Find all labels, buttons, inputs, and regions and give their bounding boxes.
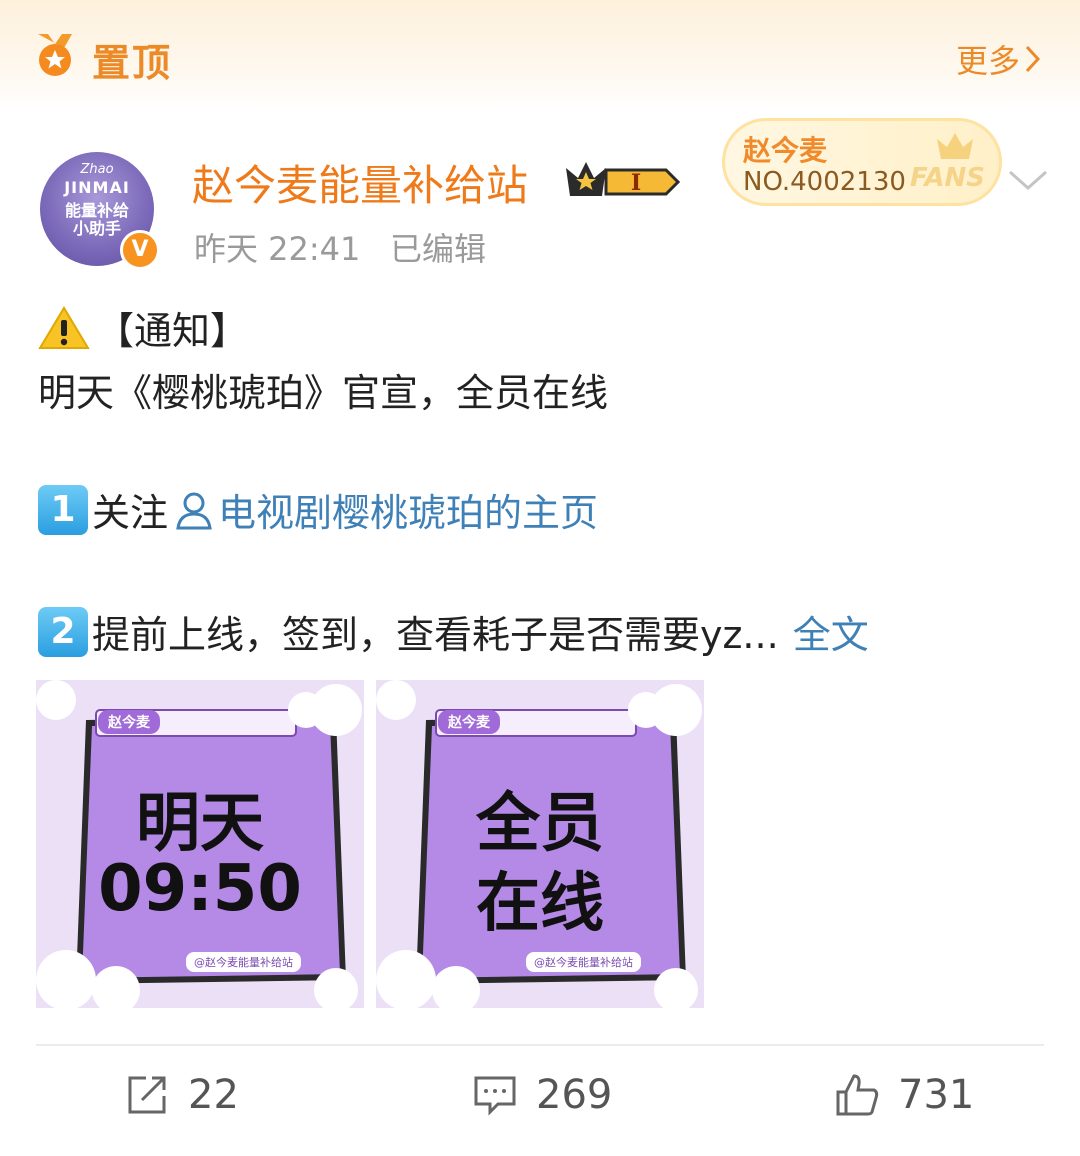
verified-badge: V	[120, 230, 160, 270]
avatar-text-2: JINMAI	[64, 178, 130, 197]
post-line-item1: 1 关注 电视剧樱桃琥珀的主页	[38, 482, 598, 537]
repost-count: 22	[188, 1072, 239, 1118]
fans-card[interactable]: 赵今麦 NO.4002130 FANS	[722, 118, 1002, 206]
repost-icon	[128, 1076, 166, 1114]
chevron-down-icon[interactable]	[1006, 166, 1050, 194]
post-image-1[interactable]: 赵今麦 明天 09:50 @赵今麦能量补给站	[36, 680, 364, 1008]
image-1-footer: @赵今麦能量补给站	[186, 952, 301, 972]
image-2-line1: 全员	[476, 787, 604, 861]
chevron-right-icon	[1025, 45, 1041, 73]
fans-crown-icon	[937, 133, 973, 159]
person-icon	[176, 492, 212, 529]
avatar-text-3a: 能量补给	[64, 201, 129, 220]
like-button[interactable]: 731	[834, 1072, 974, 1118]
fans-card-number: NO.4002130	[743, 167, 906, 197]
post-line-notice: 【通知】	[38, 300, 248, 355]
image-2-tag: 赵今麦	[438, 710, 500, 734]
level-badge-text: I	[631, 170, 641, 196]
image-1-tag: 赵今麦	[98, 710, 160, 734]
pinned-label: 置顶	[92, 41, 173, 85]
user-name[interactable]: 赵今麦能量补给站	[192, 152, 528, 213]
comment-icon	[474, 1076, 516, 1116]
item2-text: 提前上线，签到，查看耗子是否需要yz...	[92, 613, 779, 657]
fans-card-tag: FANS	[909, 163, 985, 193]
image-1-line1: 明天	[136, 787, 264, 861]
repost-button[interactable]: 22	[124, 1072, 239, 1118]
keycap-2-icon: 2	[38, 606, 88, 657]
more-label: 更多	[955, 42, 1020, 80]
avatar-text-1: Zhao	[80, 162, 114, 177]
pinned-bar: 置顶 更多	[0, 0, 1080, 112]
warning-icon	[38, 305, 90, 349]
profile-link[interactable]: 电视剧樱桃琥珀的主页	[218, 482, 598, 537]
crown-badge-icon: I	[566, 162, 681, 196]
comment-button[interactable]: 269	[472, 1072, 612, 1118]
image-2-footer: @赵今麦能量补给站	[526, 952, 641, 972]
image-1-line2: 09:50	[98, 852, 302, 926]
more-link[interactable]: 更多	[956, 36, 1042, 82]
medal-icon	[38, 34, 72, 76]
keycap-1-icon: 1	[38, 484, 88, 535]
full-text-link[interactable]: 全文	[793, 604, 869, 659]
edited-label: 已编辑	[390, 230, 487, 268]
image-2-line2: 在线	[476, 867, 604, 941]
post-image-2[interactable]: 赵今麦 全员 在线 @赵今麦能量补给站	[376, 680, 704, 1008]
like-icon	[836, 1074, 879, 1116]
post-time: 昨天 22:41	[194, 230, 361, 268]
divider	[36, 1044, 1044, 1046]
like-count: 731	[898, 1072, 975, 1118]
item1-text: 关注	[92, 491, 169, 535]
post-notice-text: 【通知】	[96, 309, 249, 353]
post-line-item2: 2 提前上线，签到，查看耗子是否需要yz... 全文	[38, 604, 869, 659]
post-line-2: 明天《樱桃琥珀》官宣，全员在线	[38, 371, 609, 415]
fans-card-name: 赵今麦	[743, 134, 828, 167]
comment-count: 269	[536, 1072, 613, 1118]
